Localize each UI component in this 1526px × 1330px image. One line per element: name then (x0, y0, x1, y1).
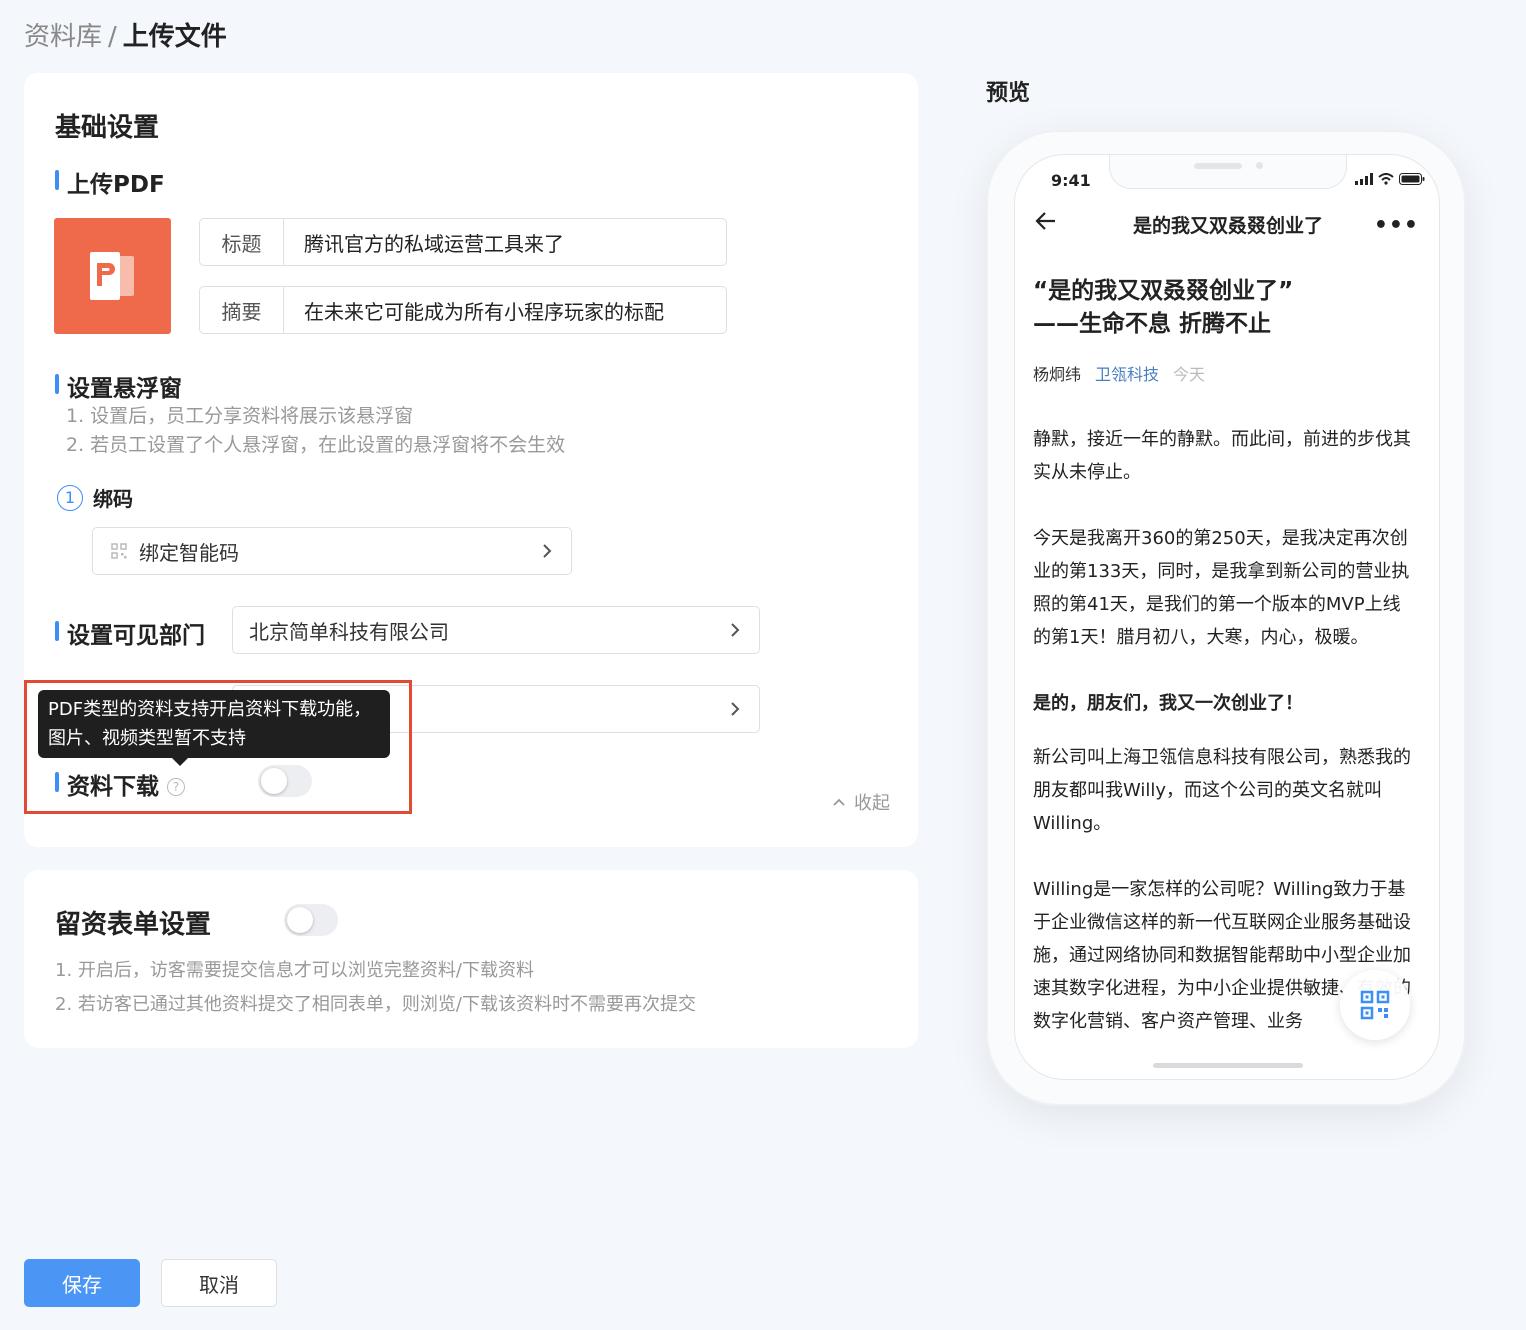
status-time: 9:41 (1051, 171, 1091, 190)
pdf-file-icon[interactable] (54, 218, 171, 334)
collapse-label: 收起 (854, 793, 890, 814)
summary-field[interactable]: 摘要 在未来它可能成为所有小程序玩家的标配 (199, 286, 727, 334)
visible-dept-select[interactable]: 北京简单科技有限公司 (232, 606, 760, 654)
home-indicator (1153, 1063, 1303, 1068)
qr-code-float-button[interactable] (1340, 970, 1410, 1040)
battery-icon (1399, 173, 1425, 185)
chevron-right-icon (729, 620, 741, 645)
status-icons (1355, 173, 1425, 185)
article-meta: 杨炯纬 卫瓴科技 今天 (1033, 361, 1418, 385)
phone-screen: 9:41 是的我又双叒叕创业了 ••• “是的我又双叒叕创业了” ——生命不息 … (1014, 154, 1440, 1080)
article-content: “是的我又双叒叕创业了” ——生命不息 折腾不止 杨炯纬 卫瓴科技 今天 静默，… (1033, 275, 1418, 1038)
title-field-label: 标题 (200, 219, 284, 265)
chevron-up-icon (832, 797, 846, 807)
qr-code-icon (111, 543, 127, 559)
article-paragraph: 新公司叫上海卫瓴信息科技有限公司，熟悉我的朋友都叫我Willy，而这个公司的英文… (1033, 747, 1411, 834)
bind-smart-code-button[interactable]: 绑定智能码 (92, 527, 572, 575)
download-tooltip: PDF类型的资料支持开启资料下载功能， 图片、视频类型暂不支持 (38, 690, 390, 766)
lead-form-toggle[interactable] (284, 904, 338, 936)
phone-preview-frame: 9:41 是的我又双叒叕创业了 ••• “是的我又双叒叕创业了” ——生命不息 … (986, 130, 1466, 1106)
summary-field-value[interactable]: 在未来它可能成为所有小程序玩家的标配 (284, 296, 664, 325)
article-date: 今天 (1173, 365, 1206, 384)
article-author: 杨炯纬 (1033, 365, 1082, 384)
float-window-section-title: 设置悬浮窗 (55, 369, 182, 403)
bind-code-step: 1 绑码 (57, 483, 133, 512)
collapse-link[interactable]: 收起 (832, 789, 890, 815)
chevron-right-icon (729, 699, 741, 724)
article-org-link[interactable]: 卫瓴科技 (1095, 361, 1159, 385)
tooltip-line-2: 图片、视频类型暂不支持 (48, 728, 246, 749)
upload-pdf-section-title: 上传PDF (55, 165, 165, 199)
summary-field-label: 摘要 (200, 287, 284, 333)
lead-form-card: 留资表单设置 1. 开启后，访客需要提交信息才可以浏览完整资料/下载资料 2. … (24, 870, 918, 1048)
lead-form-hint-1: 1. 开启后，访客需要提交信息才可以浏览完整资料/下载资料 (55, 960, 534, 981)
bind-smart-code-label: 绑定智能码 (139, 540, 239, 565)
article-paragraph: 静默，接近一年的静默。而此间，前进的步伐其实从未停止。 (1033, 429, 1411, 483)
float-window-hint-2: 2. 若员工设置了个人悬浮窗，在此设置的悬浮窗将不会生效 (66, 434, 566, 456)
article-paragraph: 今天是我离开360的第250天，是我决定再次创业的第133天，同时，是我拿到新公… (1033, 528, 1410, 648)
title-field[interactable]: 标题 腾讯官方的私域运营工具来了 (199, 218, 727, 266)
breadcrumb-root-link[interactable]: 资料库 (24, 22, 102, 52)
tooltip-line-1: PDF类型的资料支持开启资料下载功能， (48, 699, 372, 720)
phone-notch (1109, 155, 1347, 189)
basic-settings-title: 基础设置 (55, 113, 160, 143)
article-title-line-2: ——生命不息 折腾不止 (1033, 311, 1272, 337)
visible-dept-value: 北京简单科技有限公司 (249, 619, 449, 644)
breadcrumb: 资料库 / 上传文件 (24, 16, 227, 53)
chevron-right-icon (541, 541, 553, 566)
breadcrumb-separator: / (108, 22, 117, 52)
preview-label: 预览 (986, 81, 1031, 106)
more-options-icon[interactable]: ••• (1374, 213, 1419, 238)
cancel-button[interactable]: 取消 (161, 1259, 277, 1307)
visible-dept-section-title: 设置可见部门 (55, 616, 205, 650)
article-title: “是的我又双叒叕创业了” ——生命不息 折腾不止 (1033, 275, 1418, 341)
qr-code-icon (1360, 990, 1390, 1020)
save-button[interactable]: 保存 (24, 1259, 140, 1307)
nav-title: 是的我又双叒叕创业了 (1132, 215, 1323, 237)
wifi-icon (1378, 173, 1394, 185)
float-window-hints: 1. 设置后，员工分享资料将展示该悬浮窗 2. 若员工设置了个人悬浮窗，在此设置… (66, 402, 565, 460)
article-paragraph: 是的，朋友们，我又一次创业了！ (1033, 693, 1303, 714)
back-arrow-icon[interactable] (1035, 211, 1057, 235)
step-label: 绑码 (93, 487, 133, 511)
article-title-line-1: “是的我又双叒叕创业了” (1033, 278, 1294, 304)
float-window-hint-1: 1. 设置后，员工分享资料将展示该悬浮窗 (66, 405, 414, 427)
signal-icon (1355, 173, 1373, 185)
lead-form-hints: 1. 开启后，访客需要提交信息才可以浏览完整资料/下载资料 2. 若访客已通过其… (55, 954, 696, 1022)
title-field-value[interactable]: 腾讯官方的私域运营工具来了 (284, 228, 564, 257)
lead-form-hint-2: 2. 若访客已通过其他资料提交了相同表单，则浏览/下载该资料时不需要再次提交 (55, 994, 696, 1015)
step-number-badge: 1 (57, 484, 83, 511)
lead-form-title: 留资表单设置 (55, 910, 212, 940)
breadcrumb-current: 上传文件 (122, 22, 227, 52)
